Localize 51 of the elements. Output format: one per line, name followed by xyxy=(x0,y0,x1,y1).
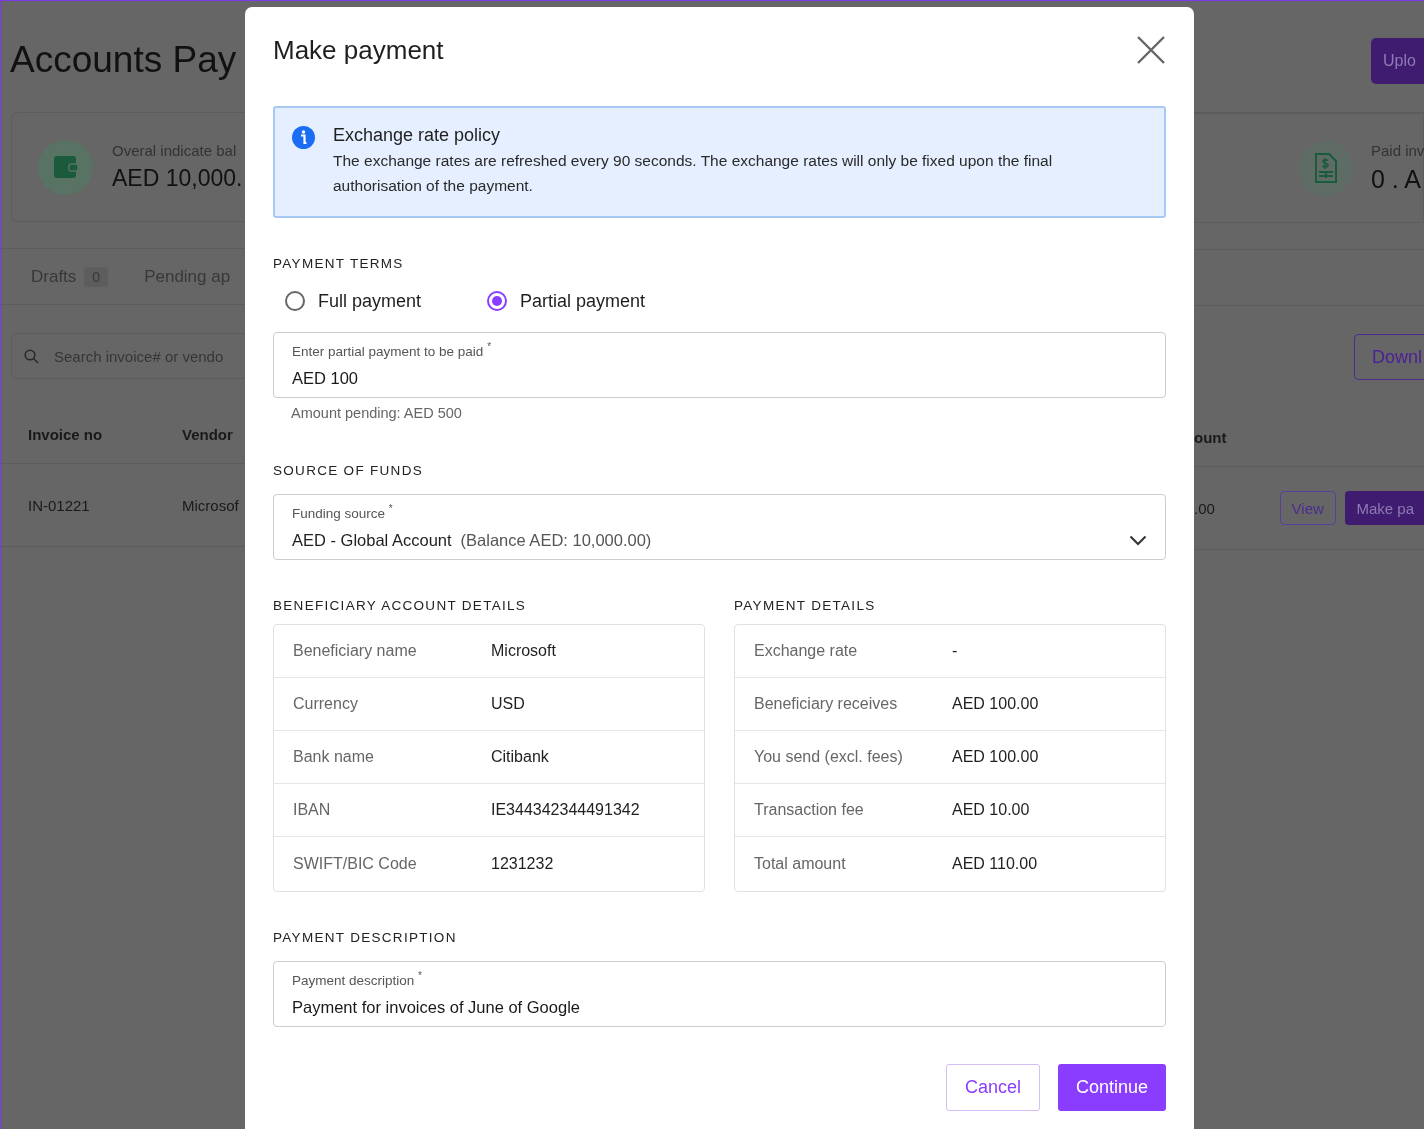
detail-label: IBAN xyxy=(293,801,332,819)
detail-label: You send (excl. fees) xyxy=(754,748,904,766)
page-title: Accounts Pay xyxy=(10,38,238,82)
dialog-title: Make payment xyxy=(273,34,444,66)
funding-source-select[interactable]: Funding source $^{*}$ AED - Global Account (Balance AED: 10,000.00) xyxy=(273,494,1166,560)
banner-text: The exchange rates are refreshed every 90 seconds. The exchange rates will only be fixed upon the final authorisation of the payment. xyxy=(333,151,1054,196)
table-cell-text: IN-01221 xyxy=(28,496,91,514)
detail-value: AED 100.00 xyxy=(952,695,1039,713)
column-header: Invoice no xyxy=(28,426,104,443)
detail-value: IE344342344491342 xyxy=(491,801,640,819)
section-heading: PAYMENT DETAILS xyxy=(734,598,877,613)
detail-value: AED 10.00 xyxy=(952,801,1030,819)
amount-input-field[interactable]: Enter partial payment to be paid $^{*}$ AED 100 xyxy=(273,332,1166,398)
upload-button[interactable]: Uplo xyxy=(1371,38,1424,84)
summary-value: AED 10,000. xyxy=(112,165,243,192)
info-icon xyxy=(292,126,315,149)
detail-label: Total amount xyxy=(754,855,847,873)
detail-label: Beneficiary receives xyxy=(754,695,899,713)
section-heading: SOURCE OF FUNDS xyxy=(273,463,424,478)
cancel-button[interactable]: Cancel xyxy=(945,1064,1040,1111)
detail-value: AED 100.00 xyxy=(952,748,1039,766)
table-cell: Microsof xyxy=(182,496,239,514)
radio-option[interactable]: Full payment xyxy=(285,290,422,312)
description-input-field[interactable]: Payment description $^{*}$ Payment for invoices of June of Google xyxy=(273,961,1166,1027)
section-heading: BENEFICIARY ACCOUNT DETAILS xyxy=(273,598,528,613)
make-payment-button[interactable]: Make pa xyxy=(1344,491,1424,525)
radio-option[interactable]: Partial payment xyxy=(487,290,646,312)
detail-label: Exchange rate xyxy=(754,642,859,660)
detail-value: Citibank xyxy=(491,748,549,766)
table-cell: .00 xyxy=(1194,499,1215,517)
detail-value: USD xyxy=(491,695,525,713)
summary-value: 0 . A xyxy=(1371,165,1423,194)
search-icon xyxy=(24,348,39,364)
detail-label: Bank name xyxy=(293,748,375,766)
continue-button[interactable]: Continue xyxy=(1057,1064,1166,1111)
detail-label: Beneficiary name xyxy=(293,642,418,660)
section-heading: PAYMENT DESCRIPTION xyxy=(273,930,458,945)
detail-label: Currency xyxy=(293,695,359,713)
detail-value: Microsoft xyxy=(491,642,556,660)
detail-value: AED 110.00 xyxy=(952,855,1038,873)
detail-label: Transaction fee xyxy=(754,801,865,819)
banner-title: Exchange rate policy xyxy=(333,124,502,147)
column-header: ount xyxy=(1194,429,1227,446)
column-header: Vendor xyxy=(182,426,233,443)
detail-value: 1231232 xyxy=(491,855,554,873)
section-heading: PAYMENT TERMS xyxy=(273,256,405,271)
detail-label: SWIFT/BIC Code xyxy=(293,855,418,873)
chevron-down-icon xyxy=(1129,534,1147,546)
detail-value: - xyxy=(952,642,958,660)
helper-text: Amount pending: AED 500 xyxy=(291,405,463,421)
close-icon[interactable] xyxy=(1136,35,1166,65)
